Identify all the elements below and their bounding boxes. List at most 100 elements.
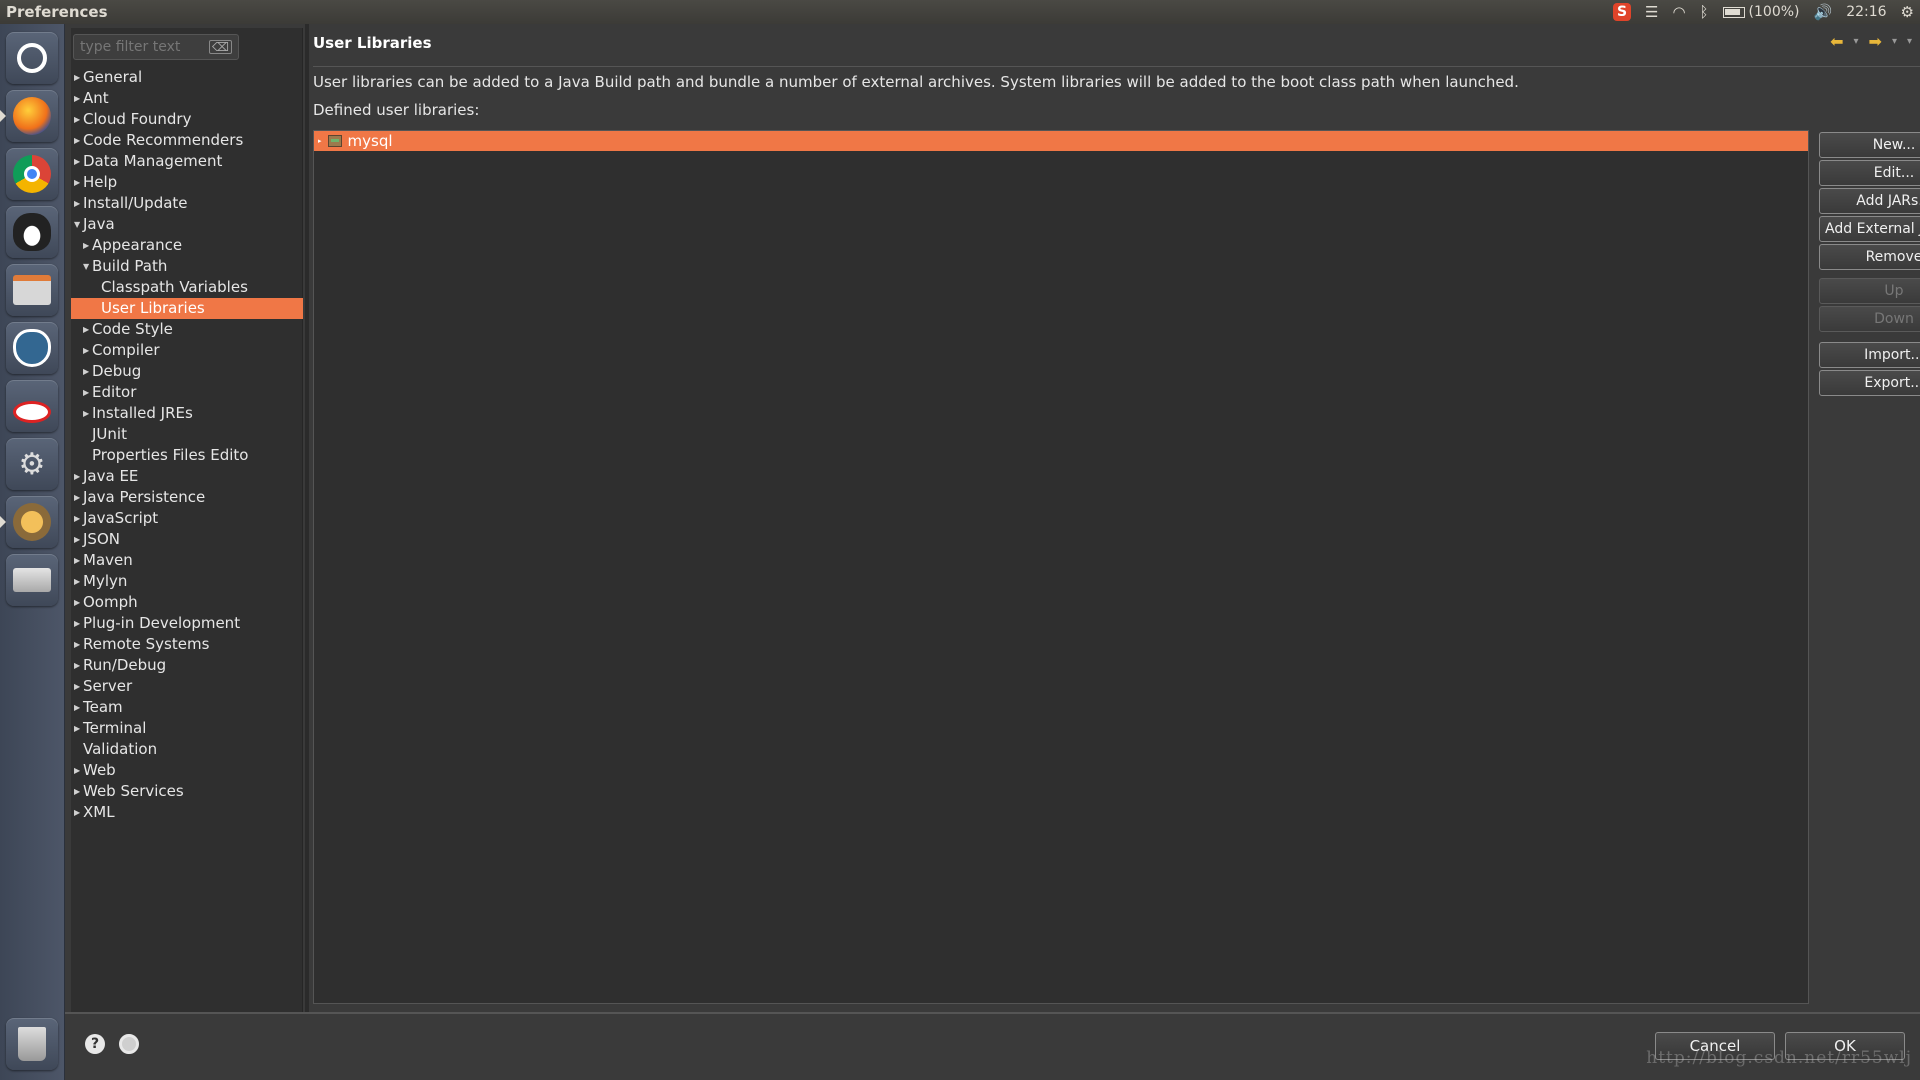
back-dropdown-icon[interactable]: ▾: [1854, 36, 1859, 47]
library-row-mysql[interactable]: ▸ mysql: [314, 131, 1808, 151]
collapsed-triangle-icon[interactable]: ▶: [74, 529, 83, 550]
add-external-jars-button[interactable]: Add External JARs...: [1819, 216, 1920, 242]
collapsed-triangle-icon[interactable]: ▶: [74, 487, 83, 508]
tree-item[interactable]: Properties Files Edito: [71, 445, 303, 466]
filter-input[interactable]: [80, 39, 210, 55]
tree-item[interactable]: ▶ Debug: [71, 361, 303, 382]
tree-item[interactable]: ▶ Help: [71, 172, 303, 193]
wifi-icon[interactable]: ◠: [1672, 3, 1685, 21]
file-manager-icon[interactable]: [6, 264, 58, 316]
tree-item[interactable]: ▶ Server: [71, 676, 303, 697]
collapsed-triangle-icon[interactable]: ▶: [74, 781, 83, 802]
export-button[interactable]: Export...: [1819, 370, 1920, 396]
system-settings-icon[interactable]: ⚙: [6, 438, 58, 490]
tree-item[interactable]: ▶ Web Services: [71, 781, 303, 802]
tree-item[interactable]: ▶ General: [71, 67, 303, 88]
tree-item[interactable]: ▶ Plug-in Development: [71, 613, 303, 634]
filter-field[interactable]: ⌫: [73, 34, 239, 60]
tree-item[interactable]: ▶ Web: [71, 760, 303, 781]
keyboard-menu-icon[interactable]: ☰: [1645, 3, 1658, 21]
collapsed-triangle-icon[interactable]: ▶: [74, 592, 83, 613]
tree-item[interactable]: JUnit: [71, 424, 303, 445]
dash-icon[interactable]: [6, 32, 58, 84]
collapsed-triangle-icon[interactable]: ▶: [74, 508, 83, 529]
expanded-triangle-icon[interactable]: ▼: [74, 214, 83, 235]
tree-item[interactable]: ▶ Java Persistence: [71, 487, 303, 508]
collapsed-triangle-icon[interactable]: ▶: [74, 802, 83, 823]
tree-item[interactable]: ▶ Code Recommenders: [71, 130, 303, 151]
collapsed-triangle-icon[interactable]: ▶: [83, 361, 92, 382]
collapsed-triangle-icon[interactable]: ▶: [74, 109, 83, 130]
new-button[interactable]: New...: [1819, 132, 1920, 158]
collapsed-triangle-icon[interactable]: ▶: [74, 718, 83, 739]
tree-item[interactable]: ▶ Installed JREs: [71, 403, 303, 424]
tree-item[interactable]: ▶ Mylyn: [71, 571, 303, 592]
collapsed-triangle-icon[interactable]: ▶: [83, 382, 92, 403]
collapsed-triangle-icon[interactable]: ▶: [83, 340, 92, 361]
collapsed-triangle-icon[interactable]: ▶: [83, 319, 92, 340]
tree-item[interactable]: ▶ Run/Debug: [71, 655, 303, 676]
back-arrow-icon[interactable]: ⬅: [1830, 32, 1843, 51]
tree-item[interactable]: ▶ Appearance: [71, 235, 303, 256]
postgresql-elephant-icon[interactable]: [6, 322, 58, 374]
tree-item[interactable]: ▶ Code Style: [71, 319, 303, 340]
down-button[interactable]: Down: [1819, 306, 1920, 332]
tree-item[interactable]: ▼ Java: [71, 214, 303, 235]
gear-icon[interactable]: ⚙: [1901, 3, 1914, 21]
tree-item[interactable]: ▶ JavaScript: [71, 508, 303, 529]
bluetooth-icon[interactable]: ᛒ: [1700, 3, 1709, 21]
tree-item[interactable]: ▶ Team: [71, 697, 303, 718]
tree-item[interactable]: ▶ Oomph: [71, 592, 303, 613]
collapsed-triangle-icon[interactable]: ▶: [74, 760, 83, 781]
collapsed-triangle-icon[interactable]: ▶: [74, 550, 83, 571]
tree-item[interactable]: Classpath Variables: [71, 277, 303, 298]
import-button[interactable]: Import...: [1819, 342, 1920, 368]
collapsed-triangle-icon[interactable]: ▶: [74, 67, 83, 88]
tree-item[interactable]: ▶ Data Management: [71, 151, 303, 172]
forward-dropdown-icon[interactable]: ▾: [1892, 36, 1897, 47]
tree-item[interactable]: ▶ Maven: [71, 550, 303, 571]
up-button[interactable]: Up: [1819, 278, 1920, 304]
tree-item[interactable]: ▼ Build Path: [71, 256, 303, 277]
tree-item[interactable]: ▶ Editor: [71, 382, 303, 403]
clock[interactable]: 22:16: [1846, 4, 1886, 20]
import-export-prefs-icon[interactable]: [119, 1034, 139, 1054]
panel-sash[interactable]: [305, 24, 309, 1014]
collapsed-triangle-icon[interactable]: ▶: [74, 697, 83, 718]
tree-item[interactable]: User Libraries: [71, 298, 303, 319]
collapsed-triangle-icon[interactable]: ▶: [83, 235, 92, 256]
battery-indicator[interactable]: (100%): [1722, 4, 1800, 20]
collapsed-triangle-icon[interactable]: ▶: [74, 130, 83, 151]
collapsed-triangle-icon[interactable]: ▶: [74, 172, 83, 193]
tree-item[interactable]: Validation: [71, 739, 303, 760]
add-jars-button[interactable]: Add JARs...: [1819, 188, 1920, 214]
collapsed-triangle-icon[interactable]: ▶: [74, 571, 83, 592]
collapsed-triangle-icon[interactable]: ▶: [74, 655, 83, 676]
tree-item[interactable]: ▶ Cloud Foundry: [71, 109, 303, 130]
volume-icon[interactable]: 🔊: [1814, 3, 1833, 21]
drawing-app-icon[interactable]: [6, 380, 58, 432]
view-menu-icon[interactable]: ▾: [1907, 36, 1912, 47]
clear-filter-icon[interactable]: ⌫: [209, 40, 232, 54]
collapsed-triangle-icon[interactable]: ▶: [74, 676, 83, 697]
tree-item[interactable]: ▶ JSON: [71, 529, 303, 550]
tree-item[interactable]: ▶ Ant: [71, 88, 303, 109]
edit-button[interactable]: Edit...: [1819, 160, 1920, 186]
tree-item[interactable]: ▶ Terminal: [71, 718, 303, 739]
collapsed-triangle-icon[interactable]: ▶: [74, 466, 83, 487]
firefox-icon[interactable]: [0, 90, 58, 142]
forward-arrow-icon[interactable]: ➡: [1869, 32, 1882, 51]
java-ee-ide-icon[interactable]: [0, 496, 58, 548]
expanded-triangle-icon[interactable]: ▼: [83, 256, 92, 277]
collapsed-triangle-icon[interactable]: ▶: [74, 151, 83, 172]
qq-penguin-icon[interactable]: [6, 206, 58, 258]
tree-item[interactable]: ▶ Compiler: [71, 340, 303, 361]
expand-triangle-icon[interactable]: ▸: [318, 137, 322, 145]
trash-icon[interactable]: [6, 1018, 58, 1070]
user-library-list[interactable]: ▸ mysql: [313, 130, 1809, 1004]
remove-button[interactable]: Remove: [1819, 244, 1920, 270]
collapsed-triangle-icon[interactable]: ▶: [74, 193, 83, 214]
collapsed-triangle-icon[interactable]: ▶: [74, 634, 83, 655]
tree-item[interactable]: ▶ XML: [71, 802, 303, 823]
help-icon[interactable]: ?: [85, 1034, 105, 1054]
